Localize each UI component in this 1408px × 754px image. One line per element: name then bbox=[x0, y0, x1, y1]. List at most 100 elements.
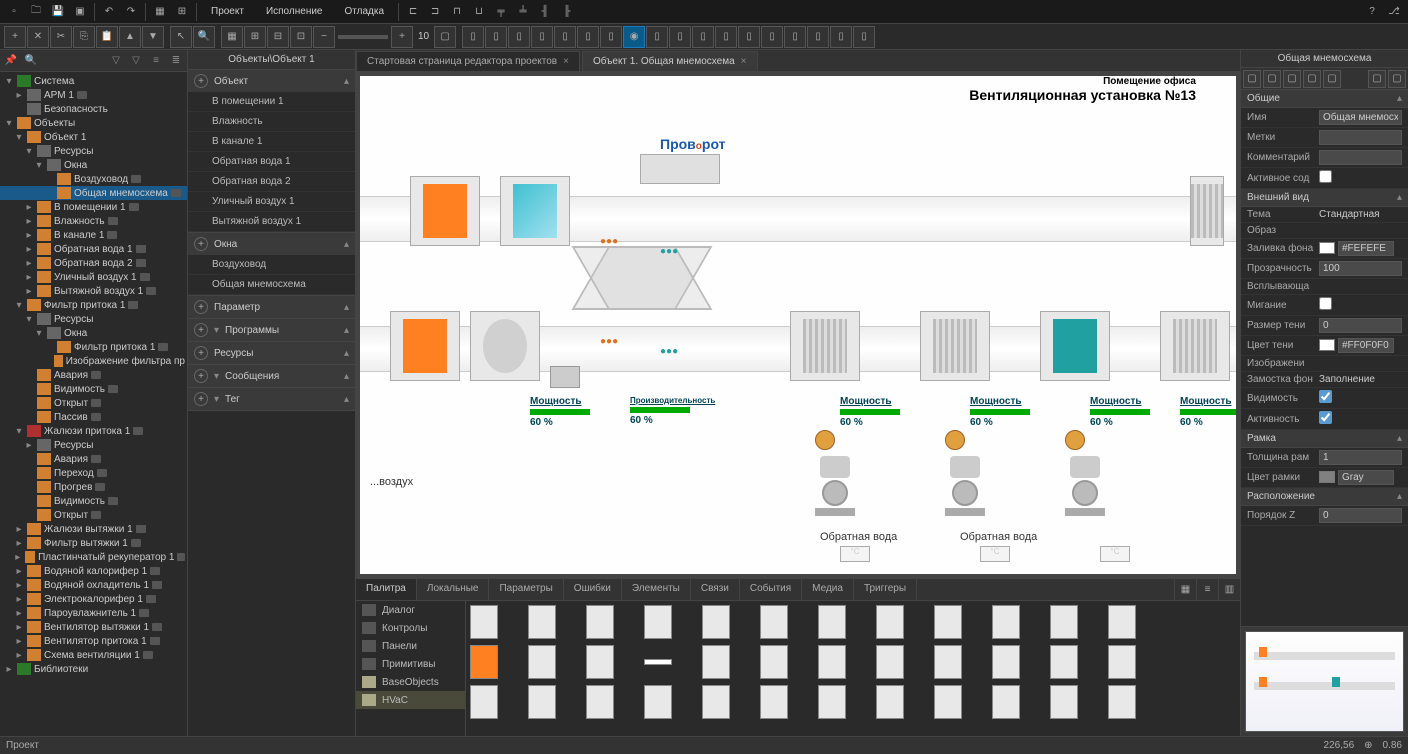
tool-a18-icon[interactable]: ▯ bbox=[853, 26, 875, 48]
prop-thickness-input[interactable] bbox=[1319, 450, 1402, 465]
mid-sec-windows[interactable]: +Окна▴ bbox=[188, 233, 355, 255]
pal-item[interactable] bbox=[586, 605, 614, 639]
pal-item[interactable] bbox=[644, 605, 672, 639]
view-list-icon[interactable]: ≡ bbox=[1196, 579, 1218, 600]
mid-item[interactable]: В канале 1 bbox=[188, 132, 355, 152]
tool-a6-icon[interactable]: ▯ bbox=[577, 26, 599, 48]
pal-item[interactable] bbox=[760, 685, 788, 719]
pal-item[interactable] bbox=[470, 605, 498, 639]
rp-btn1-icon[interactable]: ▢ bbox=[1243, 70, 1261, 88]
tool-cut-icon[interactable]: ✂ bbox=[50, 26, 72, 48]
props-sec-appearance[interactable]: Внешний вид▴ bbox=[1241, 189, 1408, 207]
tool-a8-icon[interactable]: ◉ bbox=[623, 26, 645, 48]
prop-activity-checkbox[interactable] bbox=[1319, 411, 1332, 424]
props-sec-position[interactable]: Расположение▴ bbox=[1241, 488, 1408, 506]
mid-item[interactable]: В помещении 1 bbox=[188, 92, 355, 112]
tool-pointer-icon[interactable]: ↖ bbox=[170, 26, 192, 48]
pal-cat-hvac[interactable]: HVaC bbox=[356, 691, 465, 709]
tool-a2-icon[interactable]: ▯ bbox=[485, 26, 507, 48]
mid-item[interactable]: Обратная вода 1 bbox=[188, 152, 355, 172]
pal-item[interactable] bbox=[528, 685, 556, 719]
close-icon[interactable]: × bbox=[741, 56, 747, 67]
mid-item[interactable]: Общая мнемосхема bbox=[188, 275, 355, 295]
pal-cat-primitives[interactable]: Примитивы bbox=[356, 655, 465, 673]
pal-item[interactable] bbox=[992, 605, 1020, 639]
align-icon-8[interactable]: ╟ bbox=[557, 2, 577, 22]
tool-a12-icon[interactable]: ▯ bbox=[715, 26, 737, 48]
tool-grid2-icon[interactable]: ⊞ bbox=[244, 26, 266, 48]
align-icon-4[interactable]: ⊔ bbox=[469, 2, 489, 22]
rp-btn4-icon[interactable]: ▢ bbox=[1303, 70, 1321, 88]
align-icon-2[interactable]: ⊐ bbox=[425, 2, 445, 22]
pal-tab-params[interactable]: Параметры bbox=[489, 579, 563, 600]
mid-sec-programs[interactable]: +▾Программы▴ bbox=[188, 319, 355, 341]
tree-collapse-icon[interactable]: ≡ bbox=[147, 52, 165, 70]
tool-a4-icon[interactable]: ▯ bbox=[531, 26, 553, 48]
tool-grid4-icon[interactable]: ⊡ bbox=[290, 26, 312, 48]
rp-btn7-icon[interactable]: ▢ bbox=[1388, 70, 1406, 88]
tool-zoomin-icon[interactable]: + bbox=[391, 26, 413, 48]
undo-icon[interactable]: ↶ bbox=[99, 2, 119, 22]
tree-expand-icon[interactable]: ≣ bbox=[167, 52, 185, 70]
prop-shadowsize-input[interactable] bbox=[1319, 318, 1402, 333]
file-open-icon[interactable]: 🗀 bbox=[26, 2, 46, 22]
pal-tab-elements[interactable]: Элементы bbox=[622, 579, 691, 600]
tool-a14-icon[interactable]: ▯ bbox=[761, 26, 783, 48]
align-icon-6[interactable]: ╧ bbox=[513, 2, 533, 22]
close-icon[interactable]: × bbox=[563, 56, 569, 67]
pal-item[interactable] bbox=[470, 685, 498, 719]
tool-paste-icon[interactable]: 📋 bbox=[96, 26, 118, 48]
tool-a11-icon[interactable]: ▯ bbox=[692, 26, 714, 48]
pal-item[interactable] bbox=[702, 645, 730, 679]
help-icon[interactable]: ? bbox=[1362, 2, 1382, 22]
pal-tab-errors[interactable]: Ошибки bbox=[564, 579, 622, 600]
mid-sec-param[interactable]: +Параметр▴ bbox=[188, 296, 355, 318]
menu-debug[interactable]: Отладка bbox=[335, 2, 395, 21]
minimap[interactable] bbox=[1241, 626, 1408, 736]
pal-tab-links[interactable]: Связи bbox=[691, 579, 740, 600]
prop-visibility-checkbox[interactable] bbox=[1319, 390, 1332, 403]
mid-sec-object[interactable]: +Объект▴ bbox=[188, 70, 355, 92]
mid-item[interactable]: Вытяжной воздух 1 bbox=[188, 212, 355, 232]
tool-zoom-icon[interactable]: 🔍 bbox=[193, 26, 215, 48]
pal-tab-media[interactable]: Медиа bbox=[802, 579, 854, 600]
props-sec-general[interactable]: Общие▴ bbox=[1241, 90, 1408, 108]
file-new-icon[interactable]: ▫ bbox=[4, 2, 24, 22]
tool-fit-icon[interactable]: ▢ bbox=[434, 26, 456, 48]
pal-item[interactable] bbox=[934, 685, 962, 719]
pal-cat-dialog[interactable]: Диалог bbox=[356, 601, 465, 619]
mid-sec-resources[interactable]: +Ресурсы▴ bbox=[188, 342, 355, 364]
pal-tab-events[interactable]: События bbox=[740, 579, 802, 600]
pal-item[interactable] bbox=[586, 685, 614, 719]
pal-item[interactable] bbox=[1050, 605, 1078, 639]
rp-btn6-icon[interactable]: ▢ bbox=[1368, 70, 1386, 88]
pal-item[interactable] bbox=[1050, 645, 1078, 679]
pal-item[interactable] bbox=[528, 605, 556, 639]
align-icon-7[interactable]: ╢ bbox=[535, 2, 555, 22]
pal-item[interactable] bbox=[702, 605, 730, 639]
mnemo-canvas[interactable]: Помещение офиса Вентиляционная установка… bbox=[360, 76, 1236, 574]
rp-btn2-icon[interactable]: ▢ bbox=[1263, 70, 1281, 88]
pal-item[interactable] bbox=[1108, 645, 1136, 679]
pal-item[interactable] bbox=[876, 685, 904, 719]
pal-item[interactable] bbox=[760, 605, 788, 639]
extra-icon[interactable]: ⎇ bbox=[1384, 2, 1404, 22]
pal-item[interactable] bbox=[876, 645, 904, 679]
tool-copy-icon[interactable]: ⎘ bbox=[73, 26, 95, 48]
prop-comment-input[interactable] bbox=[1319, 150, 1402, 165]
align-icon-1[interactable]: ⊏ bbox=[403, 2, 423, 22]
tool-a9-icon[interactable]: ▯ bbox=[646, 26, 668, 48]
mid-item[interactable]: Обратная вода 2 bbox=[188, 172, 355, 192]
tool-a5-icon[interactable]: ▯ bbox=[554, 26, 576, 48]
redo-icon[interactable]: ↷ bbox=[121, 2, 141, 22]
menu-execution[interactable]: Исполнение bbox=[256, 2, 333, 21]
file-saveall-icon[interactable]: ▣ bbox=[70, 2, 90, 22]
tool-front-icon[interactable]: ▲ bbox=[119, 26, 141, 48]
props-sec-frame[interactable]: Рамка▴ bbox=[1241, 430, 1408, 448]
pal-item[interactable] bbox=[644, 685, 672, 719]
tool-back-icon[interactable]: ▼ bbox=[142, 26, 164, 48]
rp-btn3-icon[interactable]: ▢ bbox=[1283, 70, 1301, 88]
pal-item[interactable] bbox=[876, 605, 904, 639]
mid-item[interactable]: Влажность bbox=[188, 112, 355, 132]
pal-item[interactable] bbox=[1108, 685, 1136, 719]
